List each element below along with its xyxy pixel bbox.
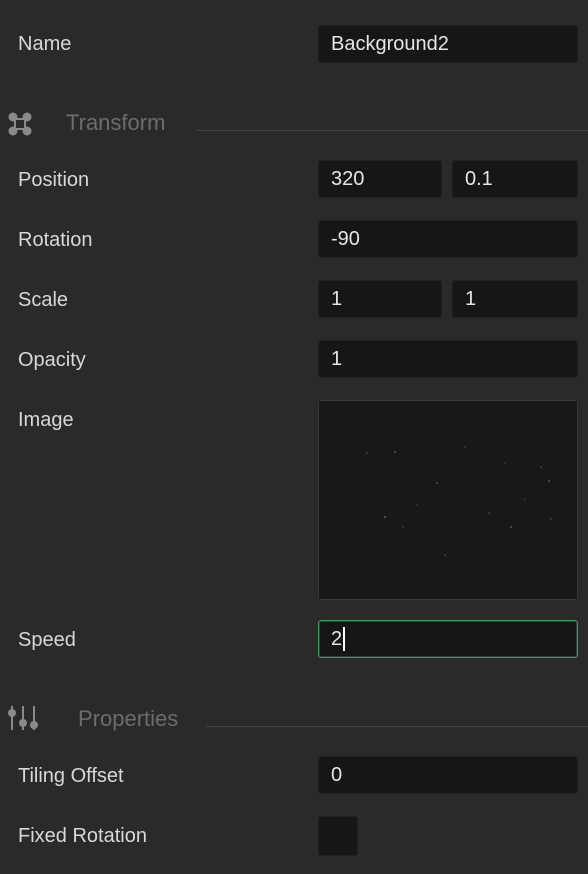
tiling-offset-field[interactable]: 0 bbox=[318, 756, 578, 794]
section-title-transform: Transform bbox=[66, 110, 166, 135]
fixed-rotation-checkbox[interactable] bbox=[318, 816, 358, 856]
speed-field[interactable]: 2 bbox=[318, 620, 578, 658]
speed-label: Speed bbox=[18, 629, 76, 651]
rotation-label: Rotation bbox=[18, 229, 93, 251]
scale-y-field[interactable]: 1 bbox=[452, 280, 578, 318]
position-y-field[interactable]: 0.1 bbox=[452, 160, 578, 198]
rotation-field[interactable]: -90 bbox=[318, 220, 578, 258]
opacity-field[interactable]: 1 bbox=[318, 340, 578, 378]
transform-icon bbox=[6, 110, 34, 138]
name-field[interactable]: Background2 bbox=[318, 25, 578, 63]
section-divider bbox=[196, 130, 588, 131]
image-preview bbox=[319, 401, 577, 599]
sliders-icon bbox=[6, 704, 40, 732]
image-label: Image bbox=[18, 409, 74, 431]
fixed-rotation-label: Fixed Rotation bbox=[18, 825, 147, 847]
name-label: Name bbox=[18, 33, 72, 55]
section-divider bbox=[206, 726, 588, 727]
image-picker[interactable] bbox=[318, 400, 578, 600]
section-title-properties: Properties bbox=[78, 706, 179, 731]
scale-x-field[interactable]: 1 bbox=[318, 280, 442, 318]
opacity-label: Opacity bbox=[18, 349, 86, 371]
position-label: Position bbox=[18, 169, 90, 191]
tiling-offset-label: Tiling Offset bbox=[18, 765, 124, 787]
position-x-field[interactable]: 320 bbox=[318, 160, 442, 198]
speed-value: 2 bbox=[331, 628, 343, 650]
scale-label: Scale bbox=[18, 289, 69, 311]
text-caret bbox=[343, 626, 346, 651]
